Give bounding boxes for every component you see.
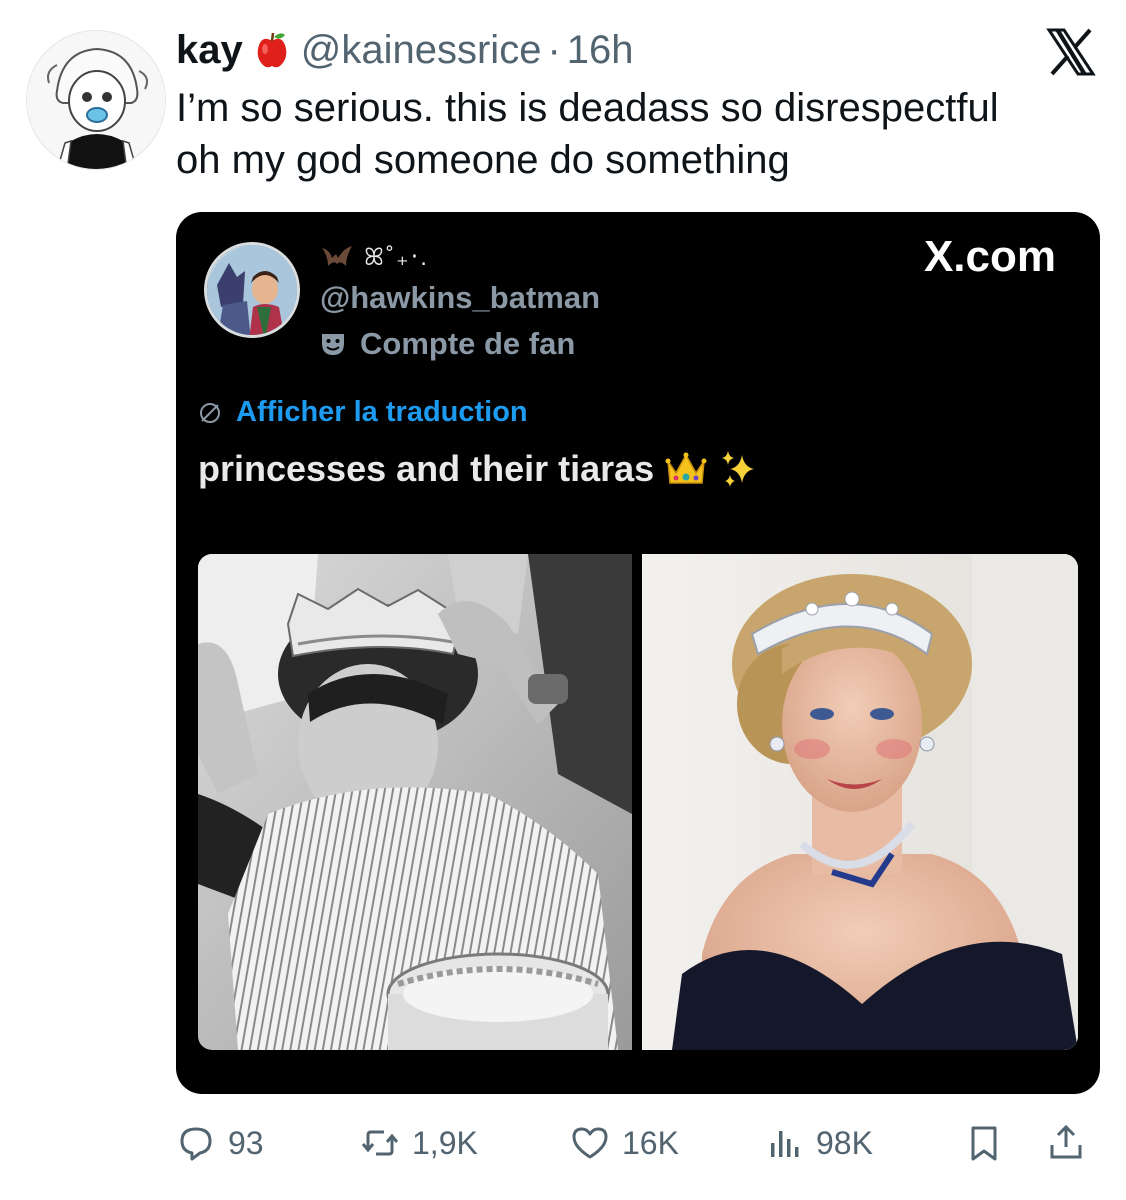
black-and-white-photo-boy-with-crown[interactable] — [198, 554, 632, 1050]
tweet-screenshot: kay @kainessrice · 16h I’m so serious. t… — [0, 0, 1126, 1200]
quoted-post-text-content: princesses and their tiaras — [198, 448, 655, 489]
share-button[interactable] — [1046, 1116, 1086, 1170]
theater-mask-icon — [322, 334, 344, 355]
share-icon — [1050, 1124, 1082, 1159]
tweet-text: I’m so serious. this is deadass so disre… — [176, 82, 1096, 186]
embedded-post-card[interactable]: ꕤ˚₊‧. @hawkins_batman Compte de fan X.co… — [176, 212, 1100, 1094]
bookmark-button[interactable] — [964, 1116, 1004, 1170]
translate-label: Afficher la traduction — [236, 396, 528, 428]
display-name[interactable]: kay — [176, 26, 243, 74]
user-handle[interactable]: @kainessrice — [301, 26, 542, 74]
tweet-header: kay @kainessrice · 16h — [176, 26, 634, 74]
bat-emoji-icon — [322, 246, 352, 266]
reply-button[interactable]: 93 — [176, 1116, 264, 1170]
separator-dot: · — [547, 28, 561, 72]
repost-count: 1,9K — [412, 1124, 478, 1161]
repost-icon — [361, 1130, 399, 1156]
reply-count: 93 — [228, 1124, 264, 1161]
fan-account-label: Compte de fan — [320, 326, 575, 362]
views-chart-icon — [771, 1131, 799, 1157]
views-count: 98K — [816, 1124, 873, 1161]
bookmark-icon — [971, 1126, 997, 1161]
crown-emoji — [665, 452, 707, 484]
tweet-text-line-1: I’m so serious. this is deadass so disre… — [176, 86, 999, 130]
translate-globe-icon — [200, 402, 220, 423]
decorative-name-glyphs: ꕤ˚₊‧. — [364, 243, 429, 271]
heart-icon — [572, 1127, 608, 1159]
quoted-user-avatar[interactable] — [204, 242, 300, 338]
fan-account-text: Compte de fan — [360, 326, 576, 361]
repost-button[interactable]: 1,9K — [360, 1116, 478, 1170]
timestamp[interactable]: 16h — [567, 26, 634, 74]
reply-icon — [180, 1127, 212, 1161]
quoted-post-text: princesses and their tiaras — [198, 448, 762, 490]
x-logo-icon — [1046, 28, 1096, 76]
quoted-handle[interactable]: @hawkins_batman — [320, 280, 600, 316]
tweet-text-line-2: oh my god someone do something — [176, 138, 790, 182]
color-photo-woman-with-tiara[interactable] — [642, 554, 1078, 1050]
views-button[interactable]: 98K — [764, 1116, 873, 1170]
like-count: 16K — [622, 1124, 679, 1161]
red-apple-icon — [255, 31, 289, 69]
quoted-display-name[interactable]: ꕤ˚₊‧. — [320, 234, 429, 280]
like-button[interactable]: 16K — [570, 1116, 679, 1170]
site-label: X.com — [923, 232, 1056, 281]
translate-link[interactable]: Afficher la traduction — [198, 396, 528, 429]
sparkles-emoji — [722, 451, 755, 487]
user-avatar[interactable] — [26, 30, 166, 170]
action-bar: 93 1,9K 16K 98K — [176, 1116, 1096, 1170]
